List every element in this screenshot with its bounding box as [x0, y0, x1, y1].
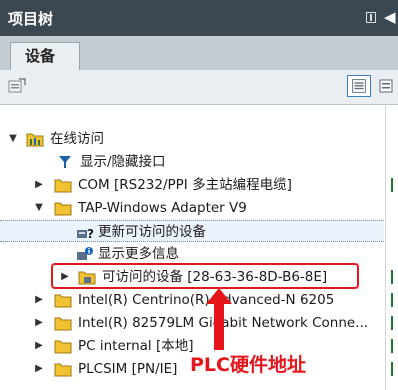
column-separator — [385, 104, 386, 390]
tree-item-show-hide-interfaces[interactable]: 显示/隐藏接口 — [0, 151, 384, 173]
status-indicator — [391, 339, 393, 353]
filter-icon — [59, 156, 71, 168]
update-devices-icon: ? — [77, 227, 94, 240]
overview-view-icon[interactable] — [347, 75, 371, 97]
chevron-right-icon[interactable]: ▶ — [34, 174, 44, 196]
tree-item-label: 显示更多信息 — [98, 246, 179, 262]
pin-icon[interactable] — [366, 12, 376, 23]
info-device-icon — [77, 247, 93, 260]
chevron-down-icon[interactable]: ▼ — [8, 128, 18, 150]
tree-item-label: 更新可访问的设备 — [98, 224, 206, 240]
tree-node-intel-centrino[interactable]: ▶ Intel(R) Centrino(R) Advanced-N 6205 — [0, 289, 384, 311]
chevron-right-icon[interactable]: ▶ — [34, 289, 44, 311]
tree-item-show-more-info[interactable]: 显示更多信息 — [0, 243, 384, 265]
folder-online-icon — [26, 133, 44, 147]
tree-node-label: PC internal [本地] — [78, 338, 194, 354]
tree-node-label: 在线访问 — [50, 131, 104, 147]
status-indicator — [391, 316, 393, 330]
tab-devices[interactable]: 设备 — [10, 42, 80, 70]
annotation-label: PLC硬件地址 — [190, 354, 306, 376]
tree-item-update-accessible-devices[interactable]: ? 更新可访问的设备 — [0, 220, 384, 242]
toolbar — [0, 70, 398, 105]
tree-item-label: 显示/隐藏接口 — [80, 154, 166, 170]
annotation-arrow-icon — [206, 288, 232, 350]
collapse-icon[interactable]: ◀ — [384, 8, 396, 26]
device-properties-icon[interactable] — [8, 78, 26, 94]
chevron-right-icon[interactable]: ▶ — [34, 358, 44, 380]
title-bar: 项目树 ◀ — [0, 0, 398, 36]
tree-node-tap-windows[interactable]: ▼ TAP-Windows Adapter V9 — [0, 197, 384, 219]
folder-icon — [54, 340, 72, 354]
window-title: 项目树 — [8, 10, 54, 28]
status-indicator — [391, 293, 393, 307]
tree-node-label: COM [RS232/PPI 多主站编程电缆] — [78, 177, 292, 193]
folder-icon — [54, 317, 72, 331]
status-indicator — [391, 362, 393, 376]
status-indicator — [391, 270, 393, 284]
tab-strip: 设备 — [0, 36, 398, 70]
tree-node-label: PLCSIM [PN/IE] — [78, 361, 178, 377]
folder-icon — [54, 202, 72, 216]
tree-node-label: TAP-Windows Adapter V9 — [78, 200, 247, 216]
tree-node-intel-82579lm[interactable]: ▶ Intel(R) 82579LM Gigabit Network Conne… — [0, 312, 384, 334]
status-indicator — [391, 178, 393, 192]
chevron-down-icon[interactable]: ▼ — [34, 197, 44, 219]
tree-node-online-access[interactable]: ▼ 在线访问 — [0, 128, 384, 150]
tree-node-com[interactable]: ▶ COM [RS232/PPI 多主站编程电缆] — [0, 174, 384, 196]
folder-icon — [54, 179, 72, 193]
details-view-icon[interactable] — [378, 78, 394, 94]
folder-icon — [54, 294, 72, 308]
svg-text:?: ? — [87, 227, 94, 240]
chevron-right-icon[interactable]: ▶ — [34, 335, 44, 357]
chevron-right-icon[interactable]: ▶ — [34, 312, 44, 334]
folder-icon — [54, 363, 72, 377]
